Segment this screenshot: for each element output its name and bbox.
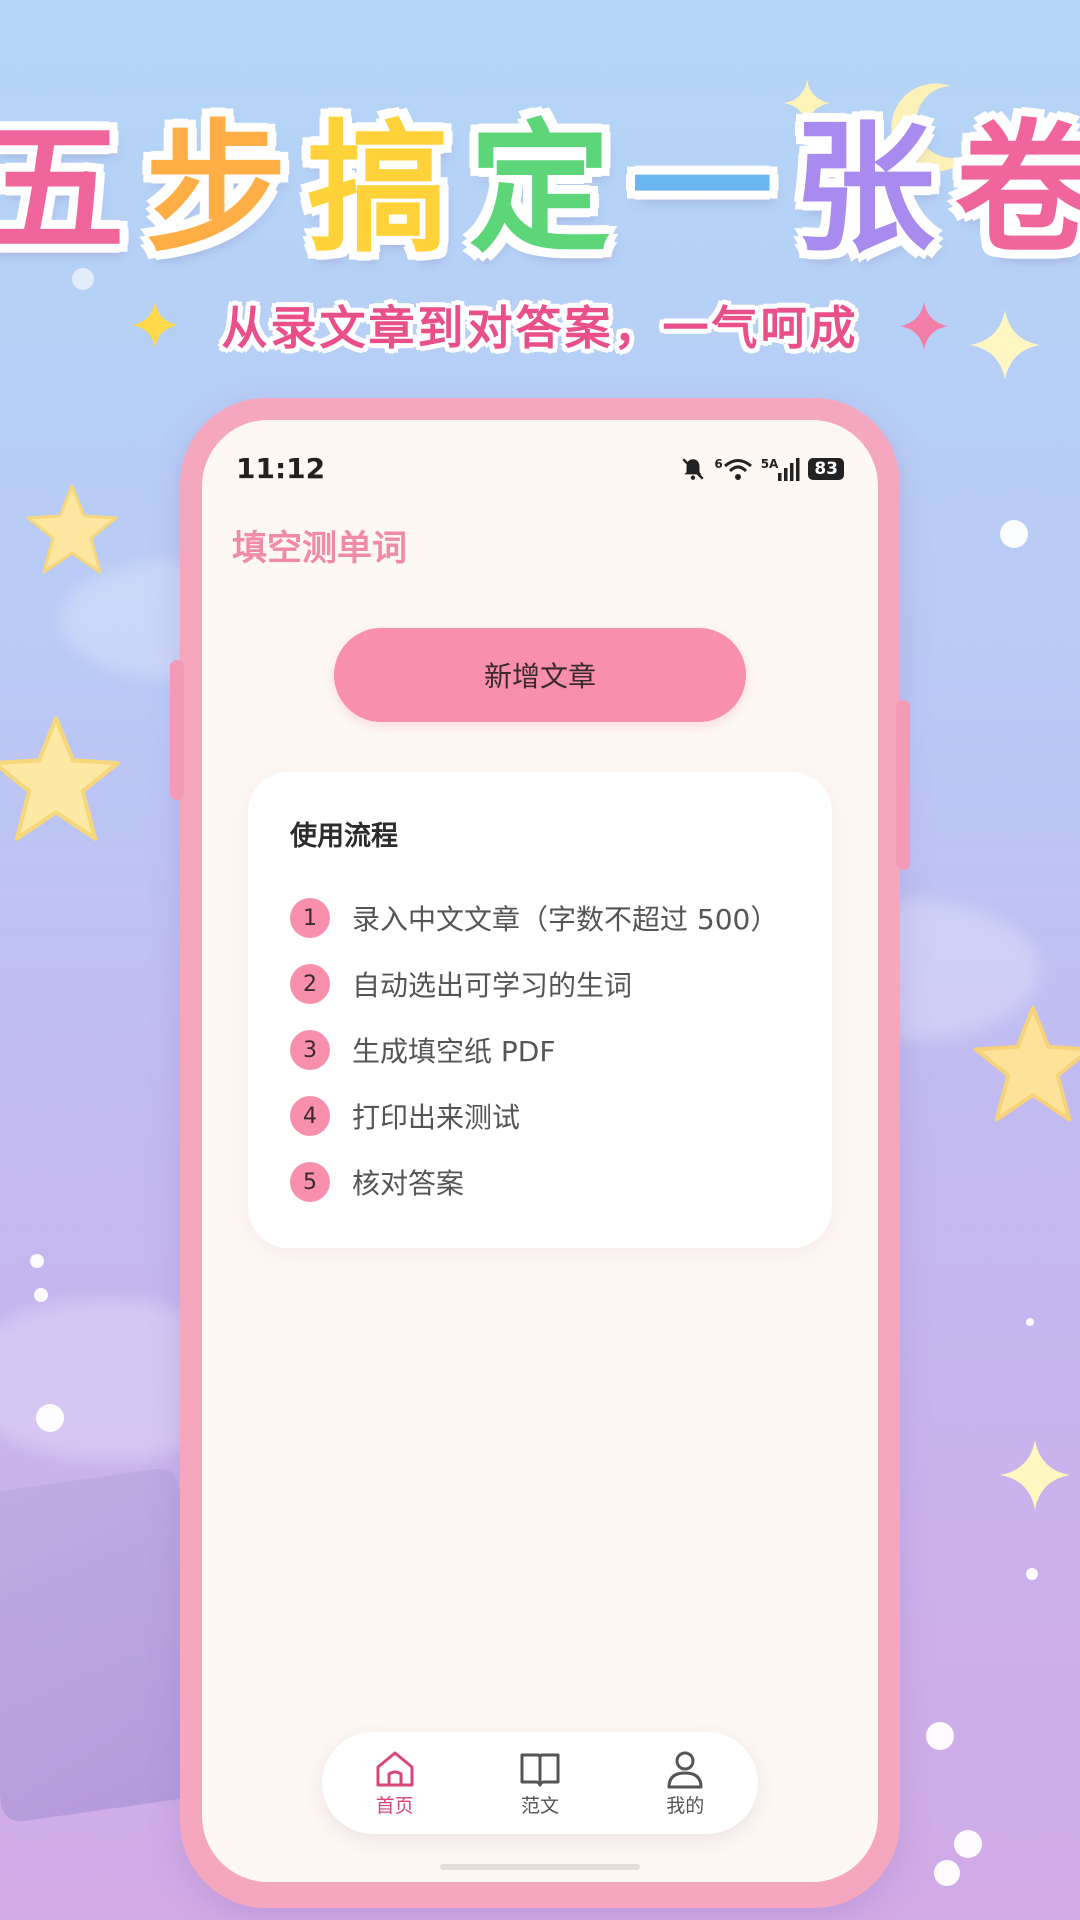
status-bar: 11:12 6 5A 83 [202, 420, 878, 520]
wifi-icon: 6 [714, 457, 752, 481]
add-article-button[interactable]: 新增文章 [334, 628, 746, 722]
battery-icon: 83 [808, 458, 844, 480]
step-number: 4 [290, 1096, 330, 1136]
tab-label: 我的 [666, 1794, 705, 1817]
network-label: 6 [714, 457, 723, 471]
book-icon [520, 1753, 560, 1786]
person-icon [667, 1751, 703, 1788]
step-item: 4 打印出来测试 [290, 1096, 520, 1136]
usage-card: 使用流程 1 录入中文文章（字数不超过 500） 2 自动选出可学习的生词 3 … [248, 772, 832, 1248]
phone-side-button-right [896, 700, 910, 870]
step-item: 5 核对答案 [290, 1162, 464, 1202]
home-icon [376, 1751, 414, 1786]
headline-char: 搞 [307, 107, 449, 272]
step-text: 自动选出可学习的生词 [352, 969, 633, 1002]
phone-side-button-left [170, 660, 184, 800]
tab-profile[interactable]: 我的 [630, 1749, 740, 1818]
step-number: 5 [290, 1162, 330, 1202]
step-number: 2 [290, 964, 330, 1004]
step-number: 1 [290, 898, 330, 938]
app-title: 填空测单词 [232, 529, 408, 569]
headline-char: 五 [0, 107, 125, 272]
step-text: 录入中文文章（字数不超过 500） [352, 903, 779, 936]
step-item: 1 录入中文文章（字数不超过 500） [290, 898, 778, 938]
star-icon [26, 484, 118, 574]
signal-label: 5A [760, 457, 779, 471]
phone-screen: 11:12 6 5A 83 填空测单词 新增文章 使用流程 1 录入中文文章（字… [202, 420, 878, 1882]
headline-char: 卷 [955, 107, 1080, 272]
headline-char: 张 [793, 107, 935, 272]
step-text: 核对答案 [352, 1167, 465, 1200]
tab-examples[interactable]: 范文 [485, 1749, 595, 1818]
headline-char: 一 [631, 107, 773, 272]
status-time: 11:12 [236, 452, 326, 485]
star-icon [973, 1005, 1080, 1122]
star-icon [0, 716, 120, 841]
signal-icon: 5A [761, 457, 801, 481]
sparkle-icon [1000, 1440, 1070, 1510]
step-text: 生成填空纸 PDF [352, 1035, 556, 1068]
step-number: 3 [290, 1030, 330, 1070]
banner-headline: 五步搞定一张卷 [0, 100, 1080, 280]
step-item: 2 自动选出可学习的生词 [290, 964, 632, 1004]
home-indicator [440, 1864, 640, 1870]
headline-char: 定 [469, 107, 611, 272]
status-icons: 6 5A 83 [680, 456, 844, 482]
step-text: 打印出来测试 [352, 1101, 521, 1134]
tab-label: 首页 [375, 1794, 414, 1817]
tab-label: 范文 [520, 1794, 559, 1817]
step-item: 3 生成填空纸 PDF [290, 1030, 555, 1070]
bell-off-icon [682, 458, 704, 480]
headline-char: 步 [145, 107, 287, 272]
banner-subtitle: 从录文章到对答案，一气呵成 [221, 301, 859, 355]
usage-card-title: 使用流程 [290, 821, 398, 852]
tab-home[interactable]: 首页 [340, 1749, 450, 1818]
bottom-tab-bar: 首页 范文 我的 [322, 1732, 758, 1834]
